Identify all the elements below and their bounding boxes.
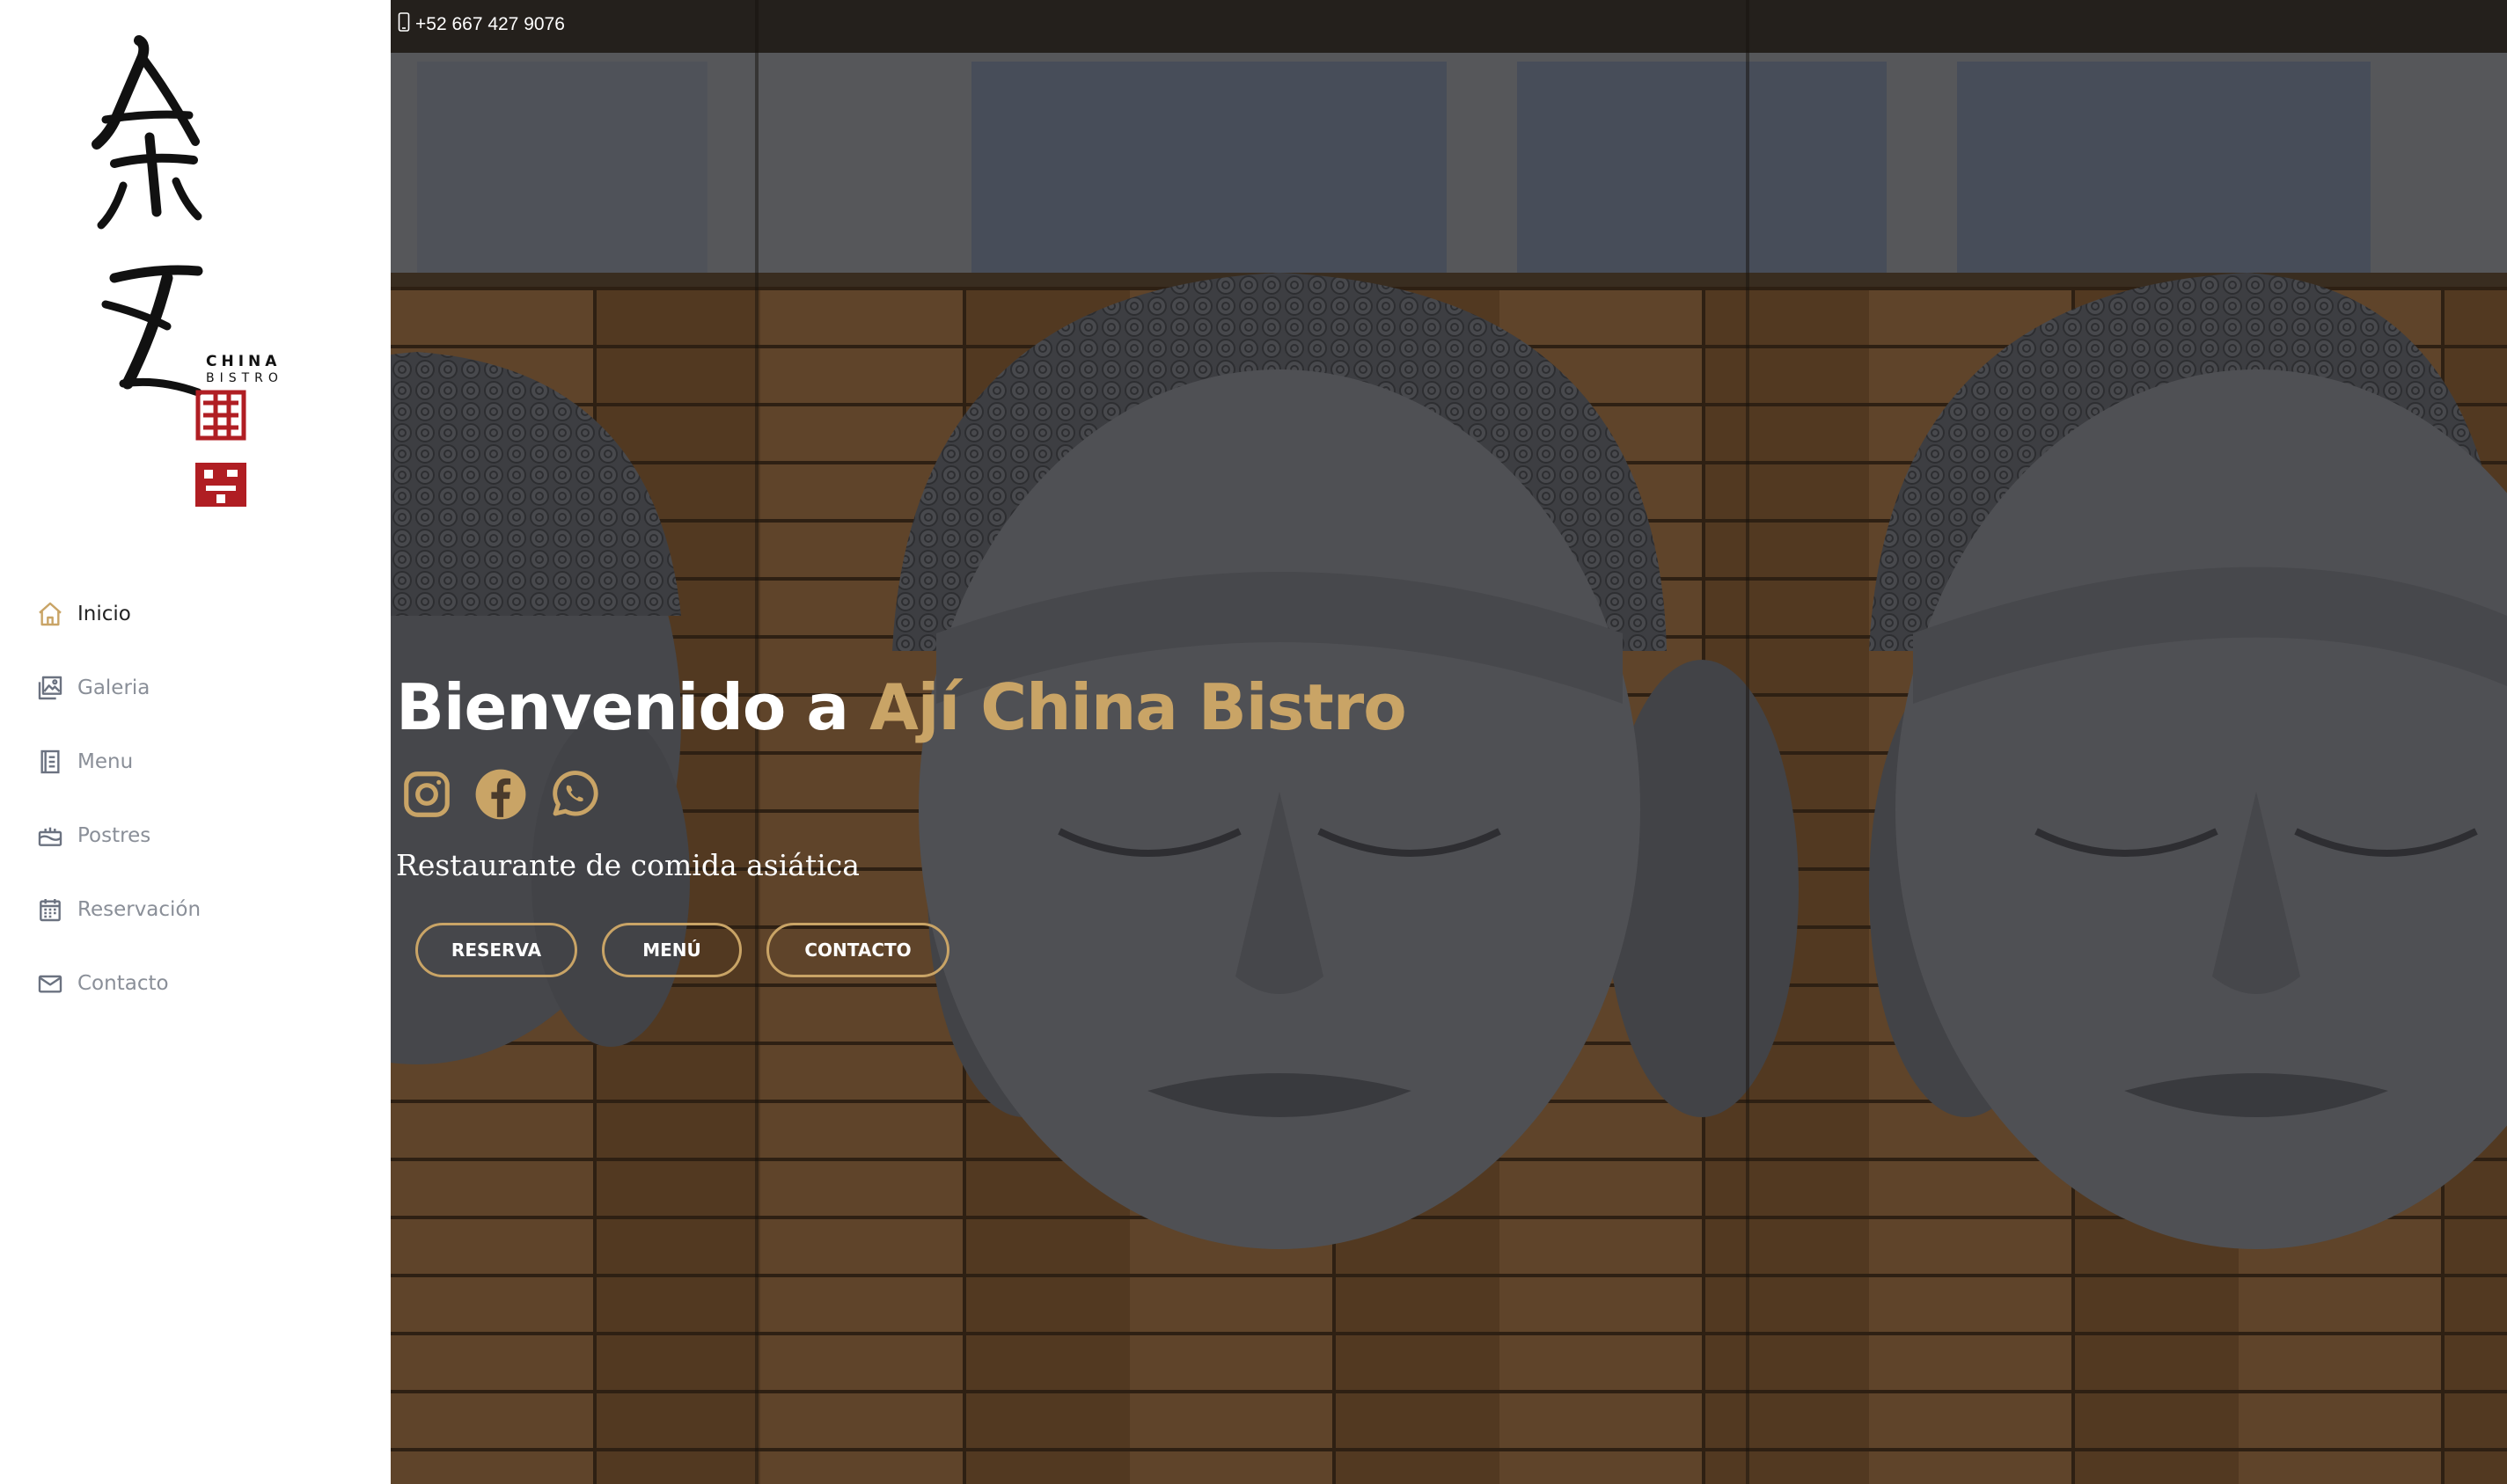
- hero-tagline: Restaurante de comida asiática: [396, 848, 860, 882]
- envelope-icon: [33, 967, 67, 1000]
- hero-buttons: RESERVA MENÚ CONTACTO: [415, 923, 949, 977]
- calendar-icon: [33, 893, 67, 926]
- nav-label: Menu: [77, 750, 134, 773]
- contacto-button[interactable]: CONTACTO: [766, 923, 949, 977]
- home-icon: [33, 597, 67, 631]
- gallery-icon: [33, 671, 67, 705]
- nav-item-galeria[interactable]: Galeria: [33, 651, 368, 725]
- mobile-phone-icon: [398, 12, 410, 36]
- logo-china-text: CHINA: [206, 353, 281, 370]
- nav-item-postres[interactable]: Postres: [33, 799, 368, 873]
- hero-section: +52 667 427 9076 Bienvenido a Ají China …: [391, 0, 2507, 1484]
- social-links: [400, 767, 602, 822]
- reserva-button[interactable]: RESERVA: [415, 923, 577, 977]
- menu-button[interactable]: MENÚ: [602, 923, 742, 977]
- whatsapp-icon[interactable]: [547, 767, 602, 822]
- nav-label: Galeria: [77, 676, 150, 699]
- nav-item-menu[interactable]: Menu: [33, 725, 368, 799]
- menu-book-icon: [33, 745, 67, 779]
- hero-title: Bienvenido a Ají China Bistro: [396, 670, 1407, 744]
- nav-label: Contacto: [77, 972, 169, 995]
- instagram-icon[interactable]: [400, 767, 454, 822]
- logo-bistro-text: BISTRO: [206, 371, 283, 385]
- nav-item-contacto[interactable]: Contacto: [33, 947, 368, 1020]
- nav-item-inicio[interactable]: Inicio: [33, 577, 368, 651]
- facebook-icon[interactable]: [473, 767, 528, 822]
- main-nav: Inicio Galeria Menu Postres Reservación: [33, 577, 368, 1020]
- nav-label: Inicio: [77, 603, 131, 625]
- nav-item-reservacion[interactable]: Reservación: [33, 873, 368, 947]
- hero-title-prefix: Bienvenido a: [396, 670, 870, 744]
- red-seal-icon: [195, 390, 246, 441]
- nav-label: Reservación: [77, 898, 202, 921]
- phone-number-link[interactable]: +52 667 427 9076: [415, 14, 565, 35]
- dessert-icon: [33, 819, 67, 852]
- nav-label: Postres: [77, 824, 151, 847]
- red-seal-icon: [195, 463, 246, 507]
- sidebar: CHINA BISTRO Inicio Galeria Menu Postres…: [0, 0, 391, 1484]
- topbar: +52 667 427 9076: [398, 12, 565, 36]
- hero-title-brand: Ají China Bistro: [869, 670, 1407, 744]
- aji-logo[interactable]: CHINA BISTRO: [88, 32, 317, 524]
